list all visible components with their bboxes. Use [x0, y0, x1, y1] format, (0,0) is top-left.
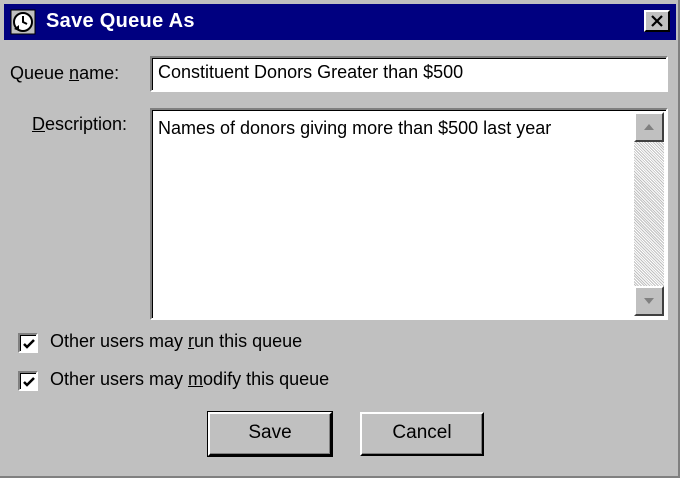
run-queue-label[interactable]: Other users may run this queue [50, 331, 302, 352]
modify-queue-label[interactable]: Other users may modify this queue [50, 369, 329, 390]
check-icon [23, 339, 35, 349]
description-value: Names of donors giving more than $500 la… [158, 118, 552, 138]
run-queue-checkbox[interactable] [18, 333, 38, 353]
title-bar[interactable]: Save Queue As [4, 4, 676, 40]
description-textarea[interactable]: Names of donors giving more than $500 la… [150, 108, 668, 320]
cancel-button[interactable]: Cancel [360, 412, 484, 456]
queue-icon [10, 9, 36, 35]
queue-name-label: Queue name: [10, 63, 120, 83]
close-button[interactable] [644, 10, 670, 32]
scroll-up-arrow-icon [644, 124, 654, 130]
description-scrollbar[interactable] [634, 112, 664, 316]
close-icon [651, 15, 663, 27]
description-label: Description: [32, 114, 128, 134]
window-title: Save Queue As [46, 10, 195, 32]
save-button[interactable]: Save [207, 411, 333, 457]
queue-name-input[interactable]: Constituent Donors Greater than $500 [150, 56, 668, 92]
modify-queue-checkbox[interactable] [18, 371, 38, 391]
check-icon [23, 377, 35, 387]
scroll-up-button[interactable] [634, 112, 664, 142]
scroll-down-button[interactable] [634, 286, 664, 316]
queue-name-value: Constituent Donors Greater than $500 [158, 62, 464, 82]
save-queue-as-dialog: Save Queue As Queue name: Constituent Do… [0, 0, 680, 478]
scroll-down-arrow-icon [644, 298, 654, 304]
